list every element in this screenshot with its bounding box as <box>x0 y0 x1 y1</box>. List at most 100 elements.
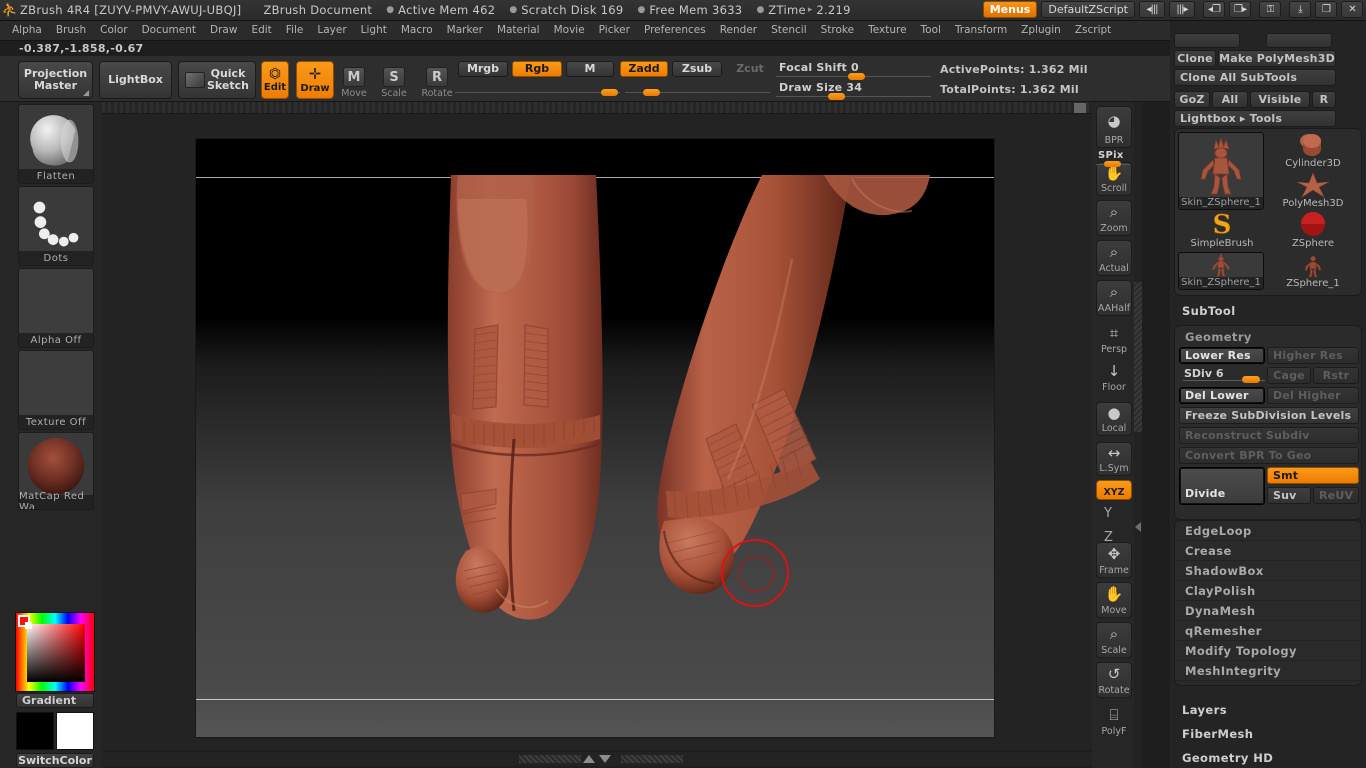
tool-bpr-button[interactable]: ◕ BPR <box>1096 106 1132 148</box>
lower-res-button[interactable]: Lower Res <box>1179 347 1265 364</box>
lock-icon[interactable]: ⚿ <box>1259 1 1281 18</box>
rotate-button[interactable]: R Rotate <box>418 61 456 99</box>
lightbox-tools-button[interactable]: Lightbox ▸ Tools <box>1174 110 1336 127</box>
geometry-row-claypolish[interactable]: ClayPolish <box>1175 581 1361 601</box>
menu-item-file[interactable]: File <box>280 22 310 39</box>
menu-item-light[interactable]: Light <box>355 22 393 39</box>
tool-thumb-zsphere[interactable]: ZSphere <box>1269 212 1357 250</box>
menu-item-zscript[interactable]: Zscript <box>1069 22 1117 39</box>
tool-thumb-simplebrush[interactable]: S SimpleBrush <box>1178 210 1266 250</box>
geometry-row-meshintegrity[interactable]: MeshIntegrity <box>1175 661 1361 681</box>
color-picker[interactable] <box>15 612 95 692</box>
menu-item-alpha[interactable]: Alpha <box>6 22 48 39</box>
nav-prev-icon[interactable]: ◂||| <box>1139 1 1165 18</box>
menu-item-stroke[interactable]: Stroke <box>815 22 860 39</box>
rgb-button[interactable]: Rgb <box>512 61 562 77</box>
rgb-intensity-knob[interactable] <box>601 89 618 96</box>
make-polymesh3d-button[interactable]: Make PolyMesh3D <box>1218 50 1336 67</box>
reuv-button[interactable]: ReUV <box>1313 487 1359 504</box>
tool-lsym-button[interactable]: ↔ L.Sym <box>1096 442 1132 476</box>
projection-master-button[interactable]: Projection Master <box>18 61 93 99</box>
tool-aahalf-button[interactable]: ⌕ AAHalf <box>1096 280 1132 316</box>
menu-item-edit[interactable]: Edit <box>245 22 277 39</box>
rgb-intensity-track[interactable] <box>455 92 620 93</box>
move-button[interactable]: M Move <box>338 61 370 99</box>
menus-button[interactable]: Menus <box>982 1 1038 18</box>
tool-xyz-button[interactable]: XYZ <box>1096 480 1132 500</box>
secondary-color-swatch[interactable] <box>56 712 94 750</box>
section-layers[interactable]: Layers <box>1170 703 1227 717</box>
tool-thumb-polymesh3d[interactable]: PolyMesh3D <box>1269 172 1357 210</box>
higher-res-button[interactable]: Higher Res <box>1267 347 1359 364</box>
menu-item-brush[interactable]: Brush <box>50 22 92 39</box>
tool-thumb-skin-zsphere-1[interactable]: Skin_ZSphere_1 <box>1178 132 1264 210</box>
spix-knob[interactable] <box>1104 161 1121 167</box>
suv-button[interactable]: Suv <box>1267 487 1311 504</box>
menu-item-render[interactable]: Render <box>714 22 763 39</box>
all-button[interactable]: All <box>1212 91 1248 108</box>
scale-button[interactable]: S Scale <box>378 61 410 99</box>
close-icon[interactable]: ✕ <box>1341 1 1363 18</box>
draw-size-knob[interactable] <box>828 93 845 100</box>
z-intensity-knob[interactable] <box>643 89 660 96</box>
scroll-down-arrow-icon[interactable] <box>599 755 611 763</box>
zscript-button[interactable]: DefaultZScript <box>1041 1 1135 18</box>
zcut-button[interactable]: Zcut <box>726 61 774 77</box>
menu-item-stencil[interactable]: Stencil <box>765 22 813 39</box>
goz-button[interactable]: GoZ <box>1174 91 1210 108</box>
freeze-subdivision-levels-button[interactable]: Freeze SubDivision Levels <box>1179 407 1359 424</box>
geometry-row-edgeloop[interactable]: EdgeLoop <box>1175 521 1361 541</box>
goz-r-button[interactable]: R <box>1312 91 1336 108</box>
geometry-row-crease[interactable]: Crease <box>1175 541 1361 561</box>
material-swatch[interactable]: MatCap Red Wa <box>18 432 94 510</box>
lightbox-button[interactable]: LightBox <box>99 61 172 99</box>
tool-thumb-skin-zsphere-1-small[interactable]: Skin_ZSphere_1 <box>1178 252 1264 290</box>
alpha-swatch[interactable]: Alpha Off <box>18 268 94 348</box>
restore-icon[interactable]: ❐ <box>1315 1 1337 18</box>
color-picker-square[interactable] <box>27 624 85 682</box>
tool-zoom-button[interactable]: ⌕ Zoom <box>1096 200 1132 236</box>
clone-button[interactable]: Clone <box>1174 50 1216 67</box>
cage-button[interactable]: Cage <box>1267 367 1311 384</box>
rstr-button[interactable]: Rstr <box>1313 367 1359 384</box>
scroll-up-arrow-icon[interactable] <box>583 755 595 763</box>
menu-item-picker[interactable]: Picker <box>593 22 636 39</box>
y-rotate-icon[interactable]: Y <box>1104 506 1112 521</box>
edit-button[interactable]: ⏣ Edit <box>261 61 289 99</box>
menu-item-layer[interactable]: Layer <box>311 22 352 39</box>
section-fibermesh[interactable]: FiberMesh <box>1170 727 1253 741</box>
focal-shift-knob[interactable] <box>848 73 865 80</box>
section-geometry-hd[interactable]: Geometry HD <box>1170 751 1273 765</box>
menu-item-material[interactable]: Material <box>491 22 546 39</box>
geometry-row-qremesher[interactable]: qRemesher <box>1175 621 1361 641</box>
nav-next-icon[interactable]: |||▸ <box>1169 1 1195 18</box>
canvas-area[interactable] <box>102 102 1092 750</box>
texture-swatch[interactable]: Texture Off <box>18 350 94 430</box>
zadd-button[interactable]: Zadd <box>620 61 668 77</box>
del-higher-button[interactable]: Del Higher <box>1267 387 1359 404</box>
tool-polyf-button[interactable]: ⌸ PolyF <box>1096 704 1132 738</box>
primary-color-swatch[interactable] <box>16 712 54 750</box>
brush-swatch[interactable]: Flatten <box>18 104 94 184</box>
reconstruct-subdiv-button[interactable]: Reconstruct Subdiv <box>1179 427 1359 444</box>
menu-item-movie[interactable]: Movie <box>548 22 591 39</box>
m-button[interactable]: M <box>566 61 614 77</box>
scroll-grip-left[interactable] <box>519 755 581 763</box>
tool-actual-button[interactable]: ⌕ Actual <box>1096 240 1132 276</box>
menu-item-tool[interactable]: Tool <box>915 22 947 39</box>
quick-sketch-button[interactable]: Quick Sketch <box>178 61 256 99</box>
divide-button[interactable]: Divide <box>1179 467 1265 505</box>
menu-item-color[interactable]: Color <box>94 22 133 39</box>
visible-button[interactable]: Visible <box>1250 91 1310 108</box>
sdiv-slider-knob[interactable] <box>1242 376 1260 383</box>
menu-item-zplugin[interactable]: Zplugin <box>1015 22 1067 39</box>
draw-button[interactable]: ✛ Draw <box>296 61 334 99</box>
color-sv-marker[interactable] <box>25 622 32 629</box>
tool-thumb-cylinder3d[interactable]: Cylinder3D <box>1269 132 1357 170</box>
partial-button-left[interactable] <box>1174 33 1240 48</box>
menu-item-macro[interactable]: Macro <box>395 22 439 39</box>
stroke-swatch[interactable]: Dots <box>18 186 94 266</box>
minimize-icon[interactable]: ⤓ <box>1289 1 1311 18</box>
document-canvas[interactable] <box>195 138 995 738</box>
menu-item-document[interactable]: Document <box>136 22 202 39</box>
